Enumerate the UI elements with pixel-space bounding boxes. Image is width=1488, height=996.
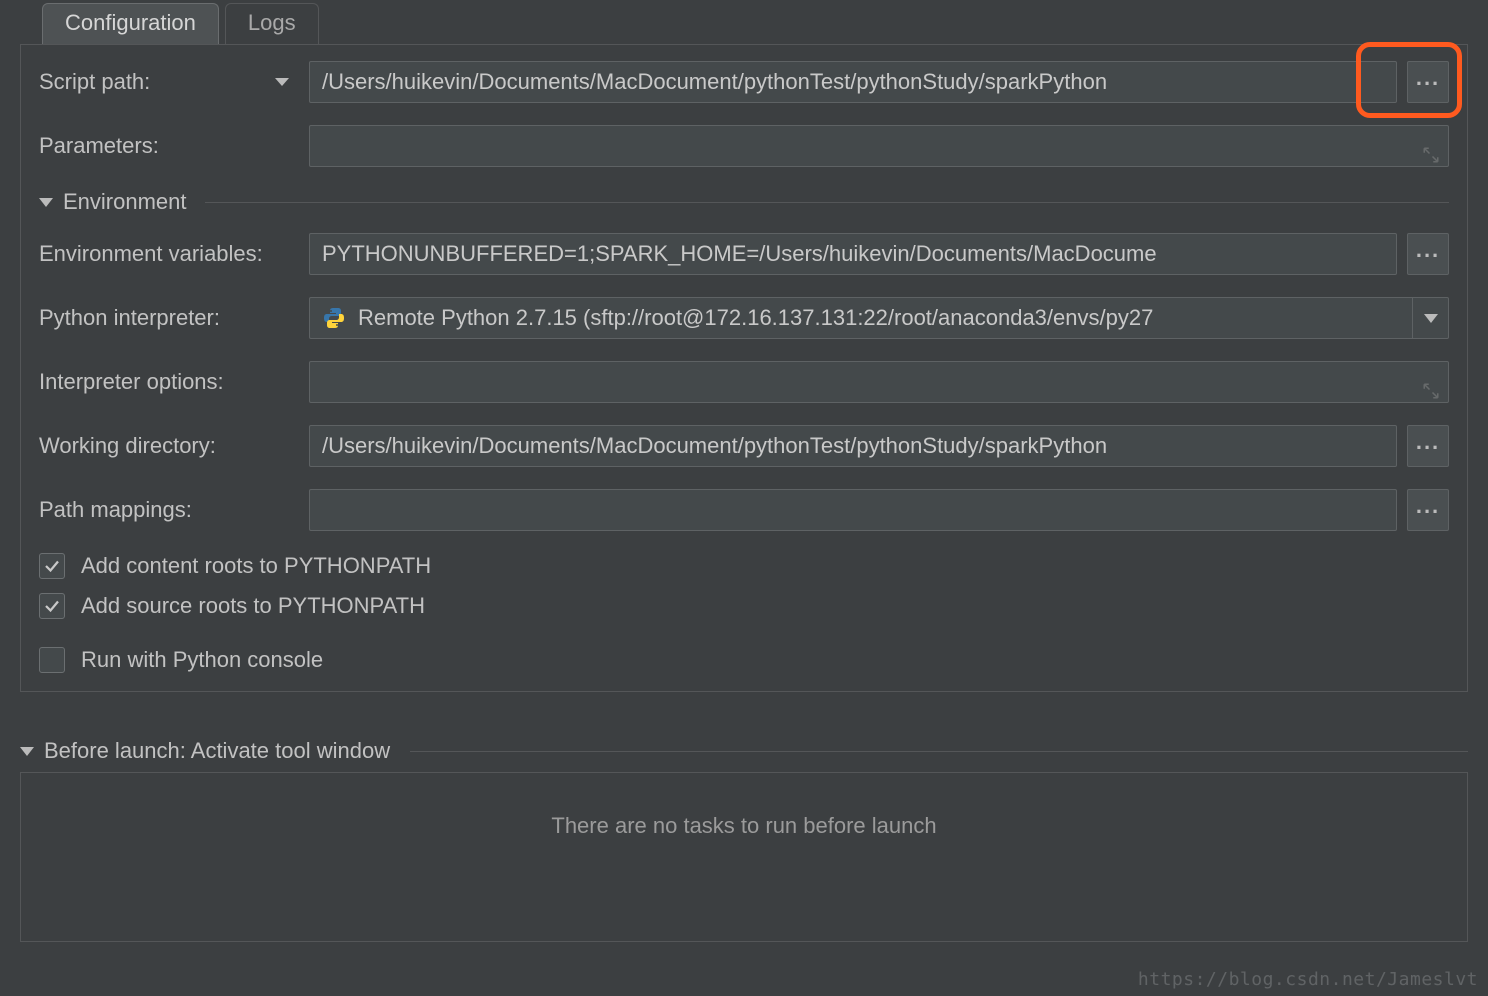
python-interpreter-label: Python interpreter:: [39, 305, 299, 331]
watermark-text: https://blog.csdn.net/Jameslvt: [1138, 969, 1478, 990]
parameters-label: Parameters:: [39, 133, 299, 159]
label-text: Python interpreter:: [39, 305, 220, 331]
checkbox-icon: [39, 593, 65, 619]
path-mappings-input[interactable]: [309, 489, 1397, 531]
configuration-panel: Script path: /Users/huikevin/Documents/M…: [20, 44, 1468, 692]
expand-icon[interactable]: [1422, 137, 1440, 155]
ellipsis-icon: ...: [1416, 429, 1440, 455]
env-vars-label: Environment variables:: [39, 241, 299, 267]
checkbox-icon: [39, 647, 65, 673]
working-directory-input[interactable]: /Users/huikevin/Documents/MacDocument/py…: [309, 425, 1397, 467]
python-interpreter-select[interactable]: Remote Python 2.7.15 (sftp://root@172.16…: [309, 297, 1449, 339]
label-text: Parameters:: [39, 133, 159, 159]
interpreter-dropdown-button[interactable]: [1412, 298, 1448, 338]
chevron-down-icon: [20, 747, 34, 756]
add-source-roots-checkbox[interactable]: Add source roots to PYTHONPATH: [39, 593, 1449, 619]
label-text: Script path:: [39, 69, 150, 95]
add-content-roots-checkbox[interactable]: Add content roots to PYTHONPATH: [39, 553, 1449, 579]
interpreter-options-label: Interpreter options:: [39, 369, 299, 395]
no-tasks-message: There are no tasks to run before launch: [551, 813, 936, 839]
run-with-python-console-checkbox[interactable]: Run with Python console: [39, 647, 1449, 673]
checkbox-label: Add source roots to PYTHONPATH: [81, 593, 425, 619]
before-launch-section-header[interactable]: Before launch: Activate tool window: [20, 738, 1468, 764]
label-text: Path mappings:: [39, 497, 192, 523]
path-mappings-browse-button[interactable]: ...: [1407, 489, 1449, 531]
working-directory-label: Working directory:: [39, 433, 299, 459]
script-path-input[interactable]: /Users/huikevin/Documents/MacDocument/py…: [309, 61, 1397, 103]
env-vars-browse-button[interactable]: ...: [1407, 233, 1449, 275]
ellipsis-icon: ...: [1416, 237, 1440, 263]
chevron-down-icon: [275, 78, 289, 86]
label-text: Interpreter options:: [39, 369, 224, 395]
ellipsis-icon: ...: [1416, 65, 1440, 91]
interpreter-value: Remote Python 2.7.15 (sftp://root@172.16…: [358, 305, 1153, 331]
working-directory-browse-button[interactable]: ...: [1407, 425, 1449, 467]
checkbox-icon: [39, 553, 65, 579]
tab-logs[interactable]: Logs: [225, 3, 319, 44]
interpreter-options-input[interactable]: [309, 361, 1449, 403]
checkbox-label: Run with Python console: [81, 647, 323, 673]
environment-section-header[interactable]: Environment: [39, 189, 1449, 215]
label-text: Environment variables:: [39, 241, 263, 267]
env-vars-input[interactable]: PYTHONUNBUFFERED=1;SPARK_HOME=/Users/hui…: [309, 233, 1397, 275]
script-path-browse-button[interactable]: ...: [1407, 61, 1449, 103]
chevron-down-icon: [1424, 314, 1438, 323]
before-launch-panel: There are no tasks to run before launch: [20, 772, 1468, 942]
section-title: Before launch: Activate tool window: [44, 738, 390, 764]
path-mappings-label: Path mappings:: [39, 497, 299, 523]
tab-configuration[interactable]: Configuration: [42, 3, 219, 44]
checkbox-label: Add content roots to PYTHONPATH: [81, 553, 431, 579]
section-title: Environment: [63, 189, 187, 215]
parameters-input[interactable]: [309, 125, 1449, 167]
expand-icon[interactable]: [1422, 373, 1440, 391]
script-path-label[interactable]: Script path:: [39, 69, 299, 95]
python-icon: [322, 306, 346, 330]
chevron-down-icon: [39, 198, 53, 207]
label-text: Working directory:: [39, 433, 216, 459]
ellipsis-icon: ...: [1416, 493, 1440, 519]
